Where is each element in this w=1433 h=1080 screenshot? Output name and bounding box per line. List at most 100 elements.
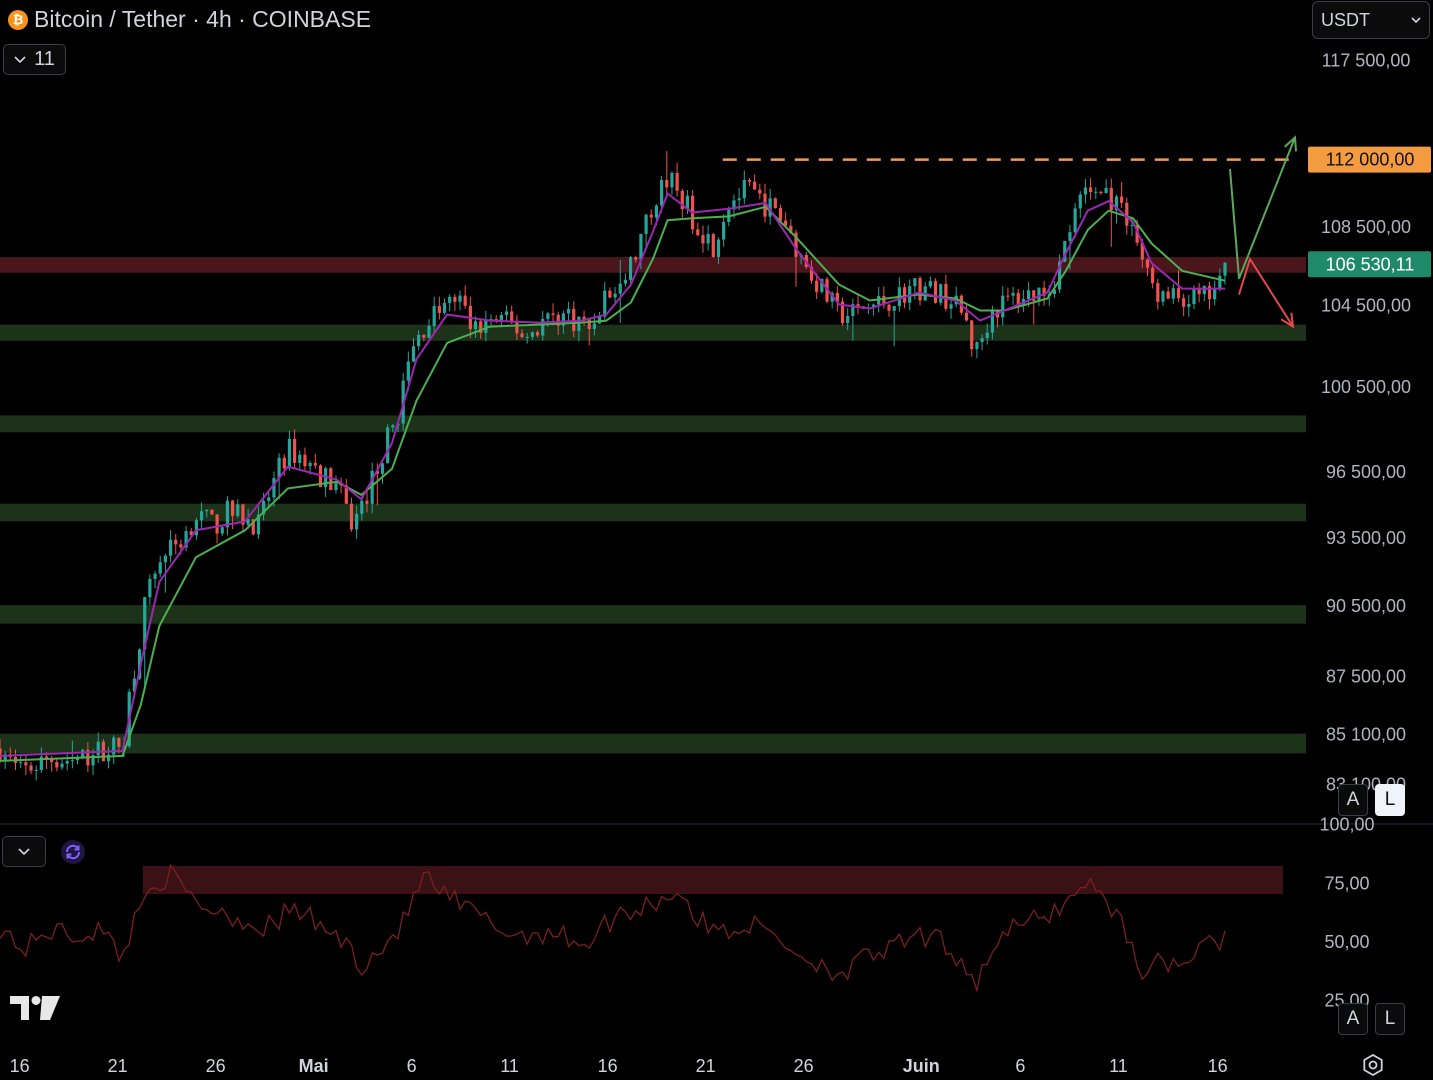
support-zone[interactable] xyxy=(0,503,1306,522)
candle xyxy=(753,174,757,190)
candle xyxy=(386,424,390,464)
price-tick-label: 90 500,00 xyxy=(1326,596,1406,616)
log-scale-button[interactable]: L xyxy=(1375,784,1405,816)
candle xyxy=(582,310,586,327)
candle xyxy=(1145,258,1150,277)
support-zone[interactable] xyxy=(0,324,1306,341)
candle xyxy=(463,285,467,309)
candle xyxy=(675,162,679,197)
candle xyxy=(411,337,416,363)
candle xyxy=(701,225,705,253)
last-price-tag: 106 530,11 xyxy=(1308,251,1431,278)
candle xyxy=(1156,279,1160,310)
candle xyxy=(1094,187,1098,199)
candle xyxy=(939,283,943,306)
candle xyxy=(913,278,917,300)
candle xyxy=(504,305,509,322)
auto-scale-button[interactable]: A xyxy=(1338,784,1368,816)
indicators-count: 11 xyxy=(34,48,55,70)
oscillator-toggle-button[interactable] xyxy=(2,836,46,867)
price-tick-label: 117 500,00 xyxy=(1322,50,1411,70)
candle xyxy=(1166,286,1170,299)
candle xyxy=(1099,190,1103,195)
candle xyxy=(494,315,498,324)
candle xyxy=(1207,281,1212,310)
candle xyxy=(933,278,938,304)
time-tick-label: Mai xyxy=(299,1056,329,1076)
candle xyxy=(1032,290,1036,325)
support-zone[interactable] xyxy=(0,733,1306,754)
candle xyxy=(1006,287,1010,302)
time-tick-label: 21 xyxy=(108,1056,128,1076)
candle xyxy=(148,574,152,605)
sync-icon[interactable] xyxy=(61,840,85,864)
candle xyxy=(298,450,302,469)
chevron-down-icon xyxy=(14,55,26,63)
candle xyxy=(236,499,240,519)
rsi-log-scale-button[interactable]: L xyxy=(1375,1003,1405,1035)
time-tick-label: 11 xyxy=(1109,1056,1128,1076)
candle xyxy=(665,151,669,195)
time-tick-label: 16 xyxy=(598,1056,618,1076)
time-axis: 16 21 26 Mai 6 11 16 21 26 Juin 6 11 16 xyxy=(10,1056,1228,1076)
candle xyxy=(194,517,199,540)
candle xyxy=(928,276,932,289)
symbol-title-text: Bitcoin / Tether · 4h · COINBASE xyxy=(34,6,372,32)
gear-icon[interactable] xyxy=(1362,1054,1384,1076)
candle xyxy=(1104,179,1108,194)
candle xyxy=(442,298,447,315)
price-tick-label: 104 500,00 xyxy=(1321,296,1411,316)
resistance-price-tag: 112 000,00 xyxy=(1308,146,1431,173)
candle xyxy=(742,170,746,205)
candle xyxy=(29,761,33,775)
time-tick-label: 11 xyxy=(500,1056,519,1076)
support-zone[interactable] xyxy=(0,415,1306,433)
symbol-title[interactable]: ₿ Bitcoin / Tether · 4h · COINBASE xyxy=(8,6,371,33)
candlestick-series xyxy=(0,151,1227,781)
candle xyxy=(24,755,28,775)
candle xyxy=(344,479,348,505)
candle xyxy=(55,757,59,772)
price-tick-label: 100 500,00 xyxy=(1321,377,1411,397)
candle xyxy=(65,751,69,771)
price-tick-label: 85 100,00 xyxy=(1326,725,1406,745)
candle xyxy=(566,301,571,324)
candle xyxy=(427,319,431,339)
candle xyxy=(1011,286,1015,305)
time-tick-label: 6 xyxy=(1015,1056,1025,1076)
candle xyxy=(949,298,953,319)
price-tags: 112 000,00 106 530,11 xyxy=(1308,146,1431,278)
candle xyxy=(1171,283,1175,304)
scenario-arrows xyxy=(1229,135,1298,329)
bitcoin-icon: ₿ xyxy=(8,9,28,30)
candle xyxy=(856,295,860,315)
candle xyxy=(758,183,762,200)
candle xyxy=(313,453,317,469)
candle xyxy=(174,533,178,555)
time-tick-label: 6 xyxy=(407,1056,417,1076)
chevron-down-icon xyxy=(18,847,30,855)
candle xyxy=(448,294,452,312)
price-chart[interactable]: 117 500,00 108 500,00 104 500,00 100 500,00… xyxy=(0,0,1433,1080)
ema-slow-line xyxy=(0,205,1226,762)
candle xyxy=(458,290,462,311)
support-zone[interactable] xyxy=(0,605,1306,624)
chevron-down-icon xyxy=(1411,16,1421,23)
rsi-auto-scale-button[interactable]: A xyxy=(1338,1003,1368,1035)
candle xyxy=(293,429,297,470)
price-tag-label: 106 530,11 xyxy=(1326,254,1415,274)
rsi-tick-label: 75,00 xyxy=(1324,873,1369,893)
candle xyxy=(153,571,157,589)
candle xyxy=(897,277,901,312)
candle xyxy=(1001,286,1005,326)
candle xyxy=(773,197,777,209)
candle xyxy=(112,735,116,764)
time-tick-label: 16 xyxy=(1208,1056,1228,1076)
candle xyxy=(918,275,922,306)
price-tag-label: 112 000,00 xyxy=(1326,150,1415,170)
candle xyxy=(882,286,886,309)
candle xyxy=(835,285,839,312)
indicators-toggle-button[interactable]: 11 xyxy=(3,44,66,75)
tradingview-logo-icon[interactable] xyxy=(10,996,60,1022)
currency-select[interactable]: USDT xyxy=(1312,1,1430,39)
